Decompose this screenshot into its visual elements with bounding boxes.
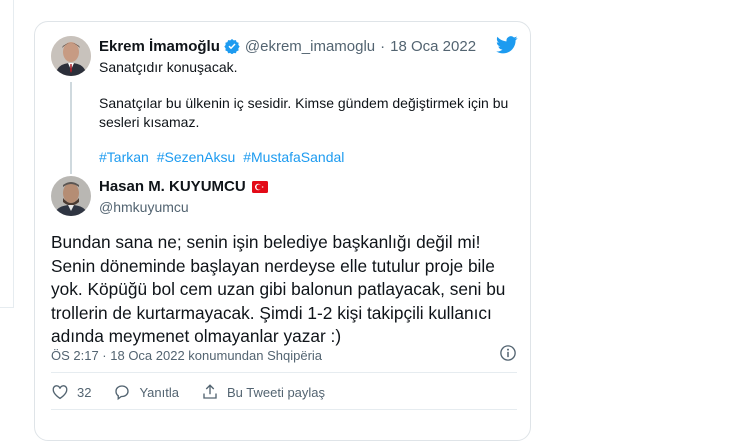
twitter-bird-icon[interactable] — [496, 36, 518, 59]
quoted-author-avatar[interactable] — [51, 36, 91, 76]
verified-badge-icon — [224, 38, 240, 54]
quoted-tweet-paragraph: Sanatçılar bu ülkenin iç sesidir. Kimse … — [99, 95, 509, 130]
reply-tweet-text: Bundan sana ne; senin işin belediye başk… — [51, 232, 506, 346]
hashtag-link[interactable]: #Tarkan — [99, 149, 149, 165]
reply-button[interactable]: Yanıtla — [113, 383, 179, 401]
divider — [51, 372, 517, 373]
divider — [51, 409, 517, 410]
reply-label: Yanıtla — [139, 384, 179, 400]
reply-author-avatar[interactable] — [51, 176, 91, 216]
reply-tweet-header: Hasan M. KUYUMCU — [99, 178, 268, 195]
hashtag-link[interactable]: #MustafaSandal — [243, 149, 344, 165]
like-button[interactable]: 32 — [51, 383, 91, 401]
share-button[interactable]: Bu Tweeti paylaş — [201, 383, 325, 401]
reply-author-handle[interactable]: @hmkuyumcu — [99, 199, 189, 215]
hashtag-list: #Tarkan #SezenAksu #MustafaSandal — [99, 148, 348, 167]
quoted-tweet-text: Sanatçıdır konuşacak. — [99, 59, 238, 75]
turkey-flag-icon — [251, 180, 268, 193]
info-icon[interactable] — [499, 344, 517, 367]
tweet-timestamp-location[interactable]: ÖS 2:17 · 18 Oca 2022 konumundan Shqipër… — [51, 348, 322, 363]
reply-icon — [115, 385, 130, 401]
quoted-tweet-header: Ekrem İmamoğlu @ekrem_imamoglu · 18 Oca … — [99, 36, 476, 56]
separator-dot: · — [380, 37, 386, 55]
quoted-author-name[interactable]: Ekrem İmamoğlu — [99, 38, 220, 55]
tweet-card: Ekrem İmamoğlu @ekrem_imamoglu · 18 Oca … — [34, 21, 531, 441]
thread-connector-line — [70, 82, 72, 174]
share-label: Bu Tweeti paylaş — [226, 384, 326, 400]
quoted-author-handle[interactable]: @ekrem_imamoglu — [245, 38, 375, 55]
heart-icon — [52, 385, 68, 400]
share-icon — [203, 384, 217, 399]
reply-author-name[interactable]: Hasan M. KUYUMCU — [99, 178, 246, 195]
quoted-tweet-date[interactable]: 18 Oca 2022 — [390, 38, 476, 55]
tweet-actions: 32 Yanıtla Bu Tweeti paylaş — [51, 383, 347, 401]
left-column-edge — [0, 0, 14, 308]
like-count: 32 — [77, 384, 92, 400]
hashtag-link[interactable]: #SezenAksu — [157, 149, 236, 165]
